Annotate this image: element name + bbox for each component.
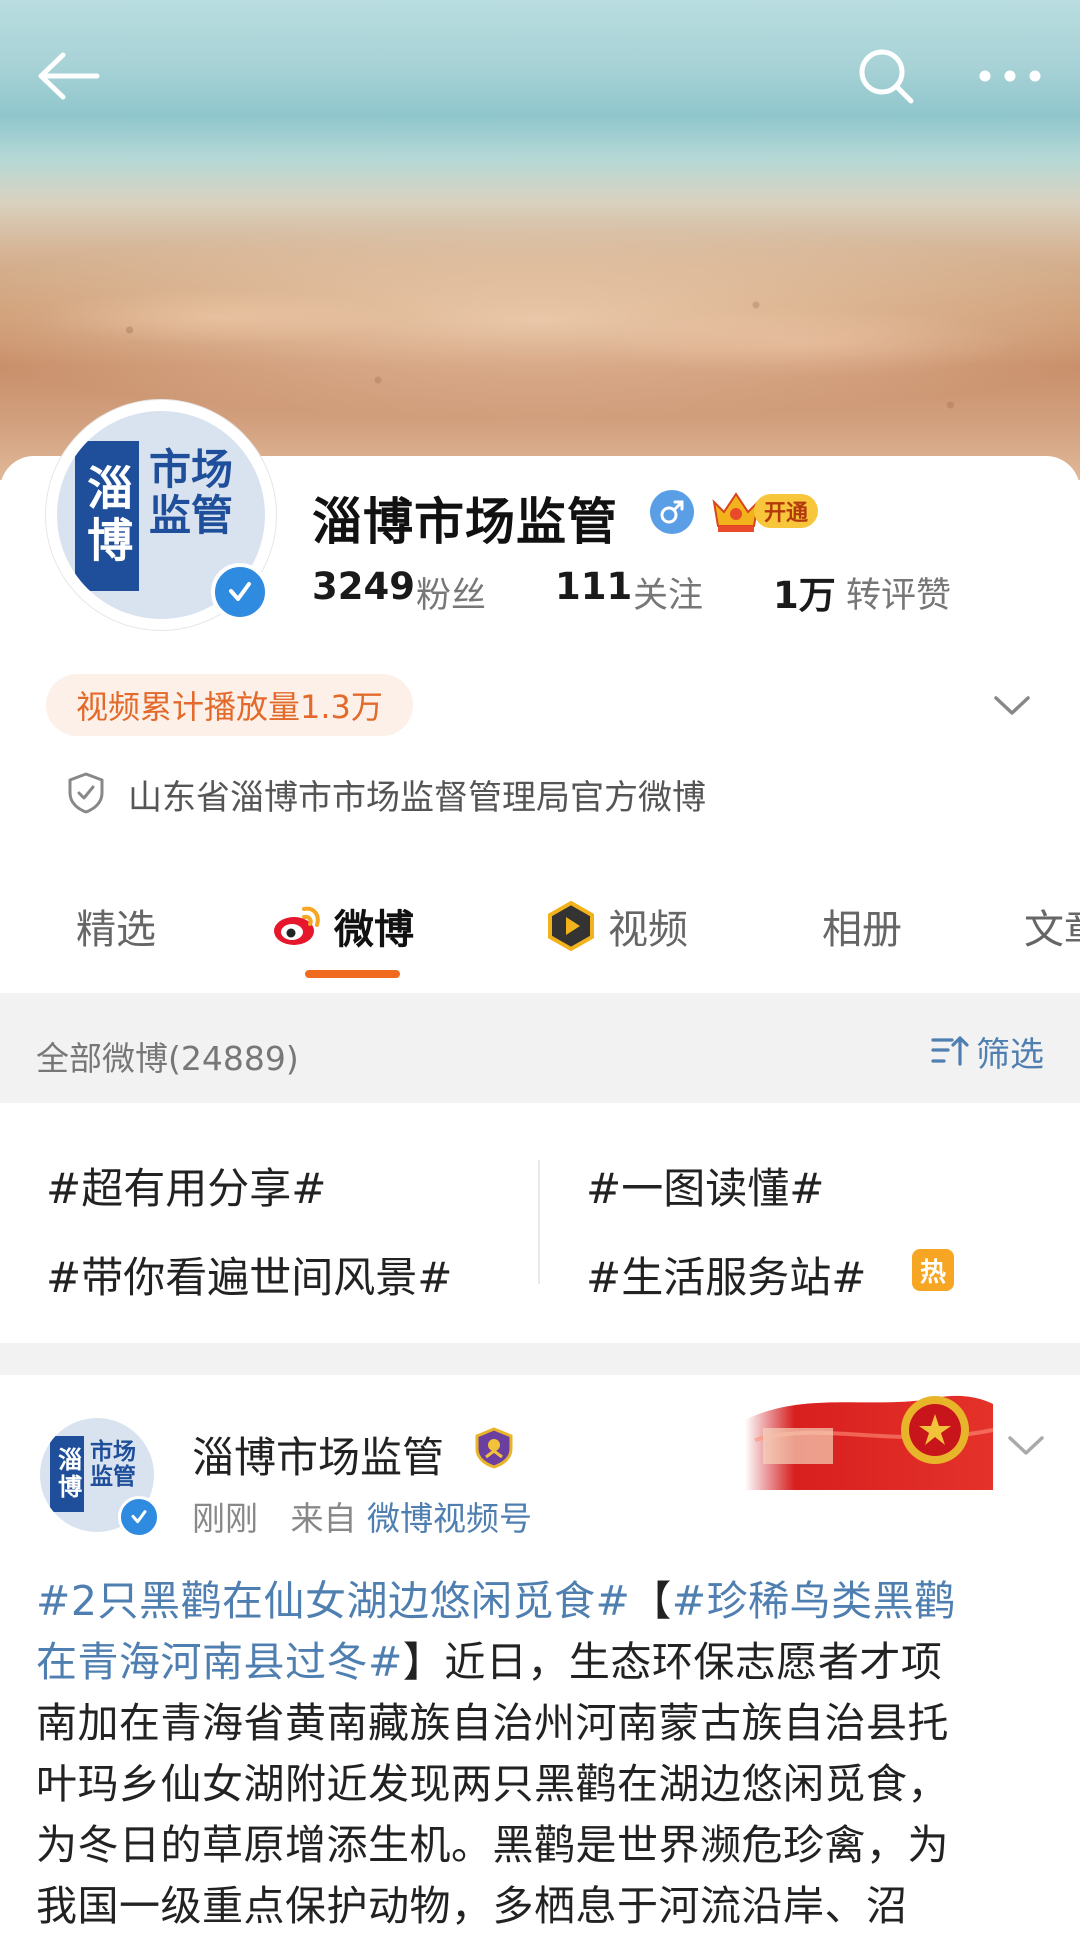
post-hashtag-link[interactable]: #2只黑鹳在仙女湖边悠闲觅食# <box>36 1577 630 1625</box>
post-text: 】近日，生态环保志愿者才项 <box>402 1638 943 1686</box>
arrow-left-icon <box>38 52 100 100</box>
post-text-line: 为冬日的草原增添生机。黑鹳是世界濒危珍禽，为 <box>36 1821 949 1869</box>
logo-left-text: 淄博 <box>80 464 135 568</box>
profile-bio: 山东省淄博市市场监督管理局官方微博 <box>128 778 706 818</box>
followers-label[interactable]: 粉丝 <box>416 567 486 618</box>
expand-profile-button[interactable] <box>990 684 1034 728</box>
flag-decoration-image <box>745 1395 994 1490</box>
topic-grid <box>0 1103 1080 1343</box>
following-label[interactable]: 关注 <box>633 567 703 618</box>
post-text-line: 南加在青海省黄南藏族自治州河南蒙古族自治县托 <box>36 1699 949 1747</box>
more-dots-icon <box>979 70 1041 82</box>
tab-articles[interactable]: 文章 <box>1024 898 1080 954</box>
search-icon <box>859 49 914 104</box>
post-logo-left-text: 淄博 <box>53 1447 82 1501</box>
hot-badge: 热 <box>912 1249 954 1291</box>
shield-icon <box>68 772 104 814</box>
interactions-count[interactable]: 1万 <box>773 565 836 619</box>
check-icon <box>229 582 251 601</box>
post-text-line: 我国一级重点保护动物，多栖息于河流沿岸、沼 <box>36 1882 908 1930</box>
male-gender-icon <box>650 490 694 534</box>
topic-item[interactable]: #生活服务站# <box>586 1244 866 1305</box>
post-source-link[interactable]: 微博视频号 <box>367 1499 532 1538</box>
tab-weibo-label: 微博 <box>334 907 414 953</box>
active-tab-indicator <box>305 970 400 978</box>
search-button[interactable] <box>846 36 926 116</box>
post-text-line: 在青海河南县过冬#】近日，生态环保志愿者才项 <box>36 1628 942 1688</box>
video-play-count-badge[interactable]: 视频累计播放量1.3万 <box>46 674 413 736</box>
tab-video-label: 视频 <box>608 907 688 953</box>
post-text-line: 叶玛乡仙女湖附近发现两只黑鹳在湖边悠闲觅食， <box>36 1760 949 1808</box>
filter-sort-icon <box>931 1036 969 1066</box>
chevron-down-icon <box>994 696 1030 715</box>
post-logo-left-block: 淄博 <box>50 1436 84 1512</box>
vip-open-button[interactable]: 开通 <box>710 488 822 534</box>
filter-button[interactable]: 筛选 <box>930 1030 1044 1075</box>
profile-avatar[interactable]: 淄博 市场 监管 <box>46 400 276 630</box>
followers-count[interactable]: 3249 <box>312 565 415 608</box>
interactions-label[interactable]: 转评赞 <box>846 567 951 618</box>
back-button[interactable] <box>28 36 108 116</box>
tab-video[interactable]: 视频 <box>544 898 688 954</box>
vip-label: 开通 <box>754 494 818 528</box>
video-channel-icon <box>548 900 594 952</box>
topic-item[interactable]: #一图读懂# <box>586 1155 824 1216</box>
post-logo-right-text: 市场 监管 <box>90 1439 136 1491</box>
following-count[interactable]: 111 <box>555 565 632 608</box>
post-hashtag-link[interactable]: #珍稀鸟类黑鹳 <box>672 1577 956 1625</box>
filter-label: 筛选 <box>976 1034 1044 1075</box>
logo-left-block: 淄博 <box>75 441 139 591</box>
chevron-down-icon <box>1008 1436 1044 1455</box>
post-author-name[interactable]: 淄博市场监管 <box>192 1424 444 1485</box>
logo-right-text: 市场 监管 <box>149 445 234 541</box>
post-text-line: #2只黑鹳在仙女湖边悠闲觅食#【#珍稀鸟类黑鹳 <box>36 1567 956 1627</box>
post-hashtag-link[interactable]: 在青海河南县过冬# <box>36 1638 403 1686</box>
post-menu-button[interactable] <box>1004 1424 1048 1468</box>
tab-album[interactable]: 相册 <box>822 898 902 954</box>
all-posts-count: 全部微博(24889) <box>36 1039 299 1078</box>
tab-articles-label: 文章 <box>1024 907 1080 953</box>
tab-featured-label: 精选 <box>76 907 156 953</box>
post-from-label: 来自 <box>290 1499 357 1538</box>
profile-name: 淄博市场监管 <box>312 493 618 551</box>
tab-weibo[interactable]: 微博 <box>270 898 414 954</box>
post-meta: 刚刚 来自 微博视频号 <box>192 1492 532 1540</box>
topic-divider <box>538 1160 540 1284</box>
tab-album-label: 相册 <box>822 907 902 953</box>
post-verified-badge <box>118 1496 160 1538</box>
post-time: 刚刚 <box>192 1499 258 1538</box>
topic-item[interactable]: #超有用分享# <box>46 1155 326 1216</box>
section-separator <box>0 1343 1080 1375</box>
check-icon <box>131 1510 147 1524</box>
more-button[interactable] <box>970 36 1050 116</box>
tab-featured[interactable]: 精选 <box>76 898 156 954</box>
post-text: 【 <box>630 1577 672 1625</box>
verified-badge <box>211 563 269 621</box>
member-shield-badge-icon <box>475 1427 513 1469</box>
weibo-logo-icon <box>274 906 320 945</box>
topic-item[interactable]: #带你看遍世间风景# <box>46 1244 452 1305</box>
